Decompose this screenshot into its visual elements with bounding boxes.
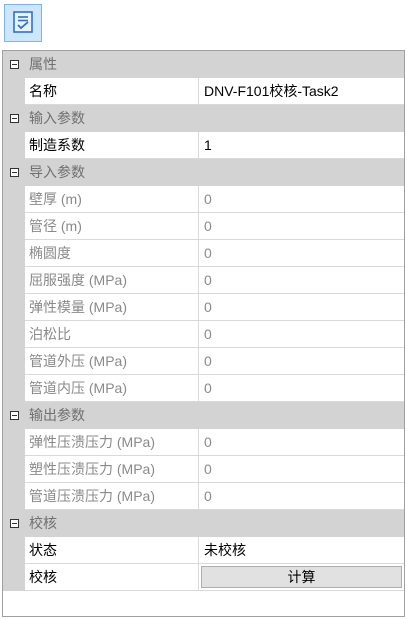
property-row-ext-pressure[interactable]: 管道外压 (MPa) 0 [3, 348, 404, 375]
collapse-icon[interactable] [3, 510, 25, 537]
property-value-int-pressure: 0 [199, 375, 404, 402]
property-value-name[interactable]: DNV-F101校核-Task2 [199, 78, 404, 105]
property-row-collapse[interactable]: 管道压溃压力 (MPa) 0 [3, 483, 404, 510]
category-properties[interactable]: 属性 [3, 51, 404, 78]
property-value-status: 未校核 [199, 537, 404, 564]
property-value-elastic: 0 [199, 429, 404, 456]
property-row-poisson[interactable]: 泊松比 0 [3, 321, 404, 348]
property-name: 制造系数 [25, 132, 199, 159]
property-name: 校核 [25, 564, 199, 591]
property-value-diameter: 0 [199, 213, 404, 240]
property-name: 塑性压溃压力 (MPa) [25, 456, 199, 483]
property-value-plastic: 0 [199, 456, 404, 483]
property-name: 屈服强度 (MPa) [25, 267, 199, 294]
category-check[interactable]: 校核 [3, 510, 404, 537]
property-value-collapse: 0 [199, 483, 404, 510]
property-value-poisson: 0 [199, 321, 404, 348]
property-value-wall: 0 [199, 186, 404, 213]
collapse-icon[interactable] [3, 159, 25, 186]
property-row-name[interactable]: 名称 DNV-F101校核-Task2 [3, 78, 404, 105]
property-row-int-pressure[interactable]: 管道内压 (MPa) 0 [3, 375, 404, 402]
property-name: 弹性压溃压力 (MPa) [25, 429, 199, 456]
property-row-diameter[interactable]: 管径 (m) 0 [3, 213, 404, 240]
property-value-yield: 0 [199, 267, 404, 294]
property-value-check: 计算 [199, 564, 404, 591]
property-row-check[interactable]: 校核 计算 [3, 564, 404, 591]
property-row-ovality[interactable]: 椭圆度 0 [3, 240, 404, 267]
category-label: 属性 [29, 56, 57, 72]
category-input[interactable]: 输入参数 [3, 105, 404, 132]
property-value-modulus: 0 [199, 294, 404, 321]
category-label: 输出参数 [29, 407, 85, 423]
property-name: 壁厚 (m) [25, 186, 199, 213]
property-name: 泊松比 [25, 321, 199, 348]
property-name: 管道压溃压力 (MPa) [25, 483, 199, 510]
property-name: 管道内压 (MPa) [25, 375, 199, 402]
calculate-button[interactable]: 计算 [201, 566, 402, 588]
collapse-icon[interactable] [3, 51, 25, 78]
collapse-icon[interactable] [3, 402, 25, 429]
property-row-wall[interactable]: 壁厚 (m) 0 [3, 186, 404, 213]
property-row-plastic[interactable]: 塑性压溃压力 (MPa) 0 [3, 456, 404, 483]
property-name: 管径 (m) [25, 213, 199, 240]
property-name: 弹性模量 (MPa) [25, 294, 199, 321]
toolbar [0, 0, 407, 48]
property-row-factor[interactable]: 制造系数 1 [3, 132, 404, 159]
checklist-icon [10, 9, 36, 38]
property-value-factor[interactable]: 1 [199, 132, 404, 159]
property-row-modulus[interactable]: 弹性模量 (MPa) 0 [3, 294, 404, 321]
property-value-ext-pressure: 0 [199, 348, 404, 375]
property-row-status[interactable]: 状态 未校核 [3, 537, 404, 564]
collapse-icon[interactable] [3, 105, 25, 132]
property-row-yield[interactable]: 屈服强度 (MPa) 0 [3, 267, 404, 294]
property-name: 状态 [25, 537, 199, 564]
category-imported[interactable]: 导入参数 [3, 159, 404, 186]
property-value-ovality: 0 [199, 240, 404, 267]
check-task-button[interactable] [4, 4, 42, 42]
category-label: 输入参数 [29, 110, 85, 126]
property-grid: 属性 名称 DNV-F101校核-Task2 输入参数 制造系数 1 导入参数 … [2, 50, 405, 617]
category-output[interactable]: 输出参数 [3, 402, 404, 429]
property-name: 名称 [25, 78, 199, 105]
property-row-elastic[interactable]: 弹性压溃压力 (MPa) 0 [3, 429, 404, 456]
category-label: 导入参数 [29, 164, 85, 180]
property-name: 椭圆度 [25, 240, 199, 267]
property-name: 管道外压 (MPa) [25, 348, 199, 375]
category-label: 校核 [29, 515, 57, 531]
